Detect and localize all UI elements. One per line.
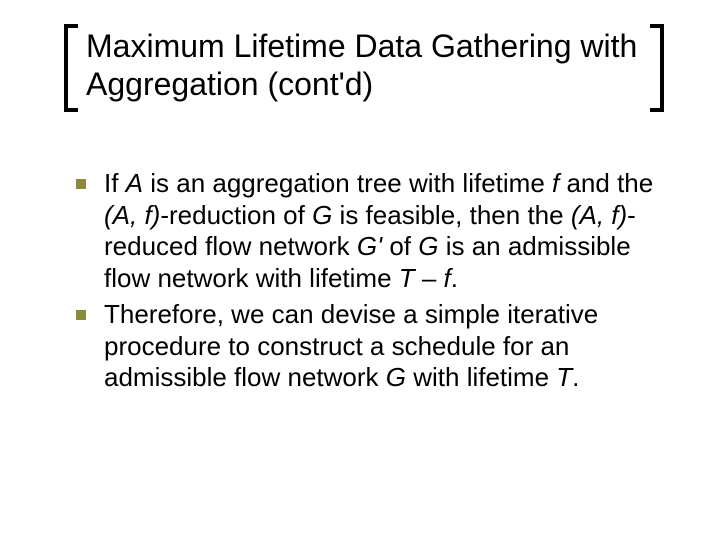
bullet-icon [76, 299, 104, 320]
title-container: Maximum Lifetime Data Gathering with Agg… [64, 24, 664, 112]
bullet-text: Therefore, we can devise a simple iterat… [104, 299, 656, 394]
bullet-icon [76, 168, 104, 189]
list-item: Therefore, we can devise a simple iterat… [76, 299, 656, 394]
bracket-left-icon [64, 24, 78, 112]
bullet-text: If A is an aggregation tree with lifetim… [104, 168, 656, 295]
bracket-right-icon [650, 24, 664, 112]
slide: Maximum Lifetime Data Gathering with Agg… [0, 0, 720, 540]
slide-body: If A is an aggregation tree with lifetim… [76, 168, 656, 398]
slide-title: Maximum Lifetime Data Gathering with Agg… [78, 24, 650, 112]
list-item: If A is an aggregation tree with lifetim… [76, 168, 656, 295]
